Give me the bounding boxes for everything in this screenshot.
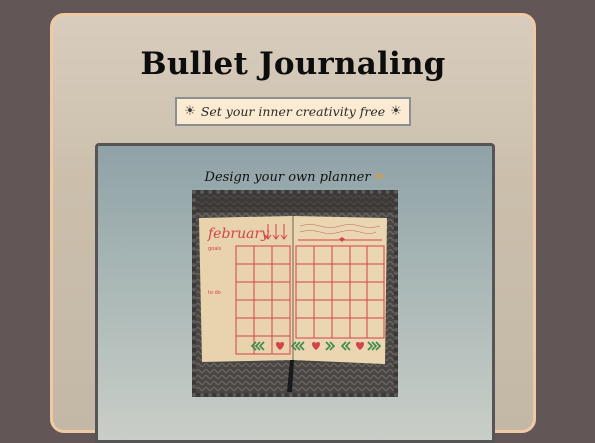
open-bullet-journal-photo: february goals to do <box>196 194 394 393</box>
section-caption: Design your own planner ✏ <box>98 170 492 185</box>
goals-label: goals <box>208 246 222 252</box>
page-title: Bullet Journaling <box>140 46 446 82</box>
caption-text: Design your own planner <box>204 170 371 185</box>
content-card: Bullet Journaling ☀ Set your inner creat… <box>50 13 536 443</box>
journal-photo: february goals to do <box>192 190 398 397</box>
sun-icon: ☀ <box>390 104 402 119</box>
pencil-icon: ✏ <box>374 170 386 185</box>
sun-icon: ☀ <box>184 104 196 119</box>
todo-label: to do <box>208 290 221 296</box>
planner-section: Design your own planner ✏ february goals… <box>95 143 495 443</box>
page-heading: february <box>207 226 270 242</box>
tagline-text: Set your inner creativity free <box>200 104 386 119</box>
tagline-box: ☀ Set your inner creativity free ☀ <box>175 97 411 126</box>
